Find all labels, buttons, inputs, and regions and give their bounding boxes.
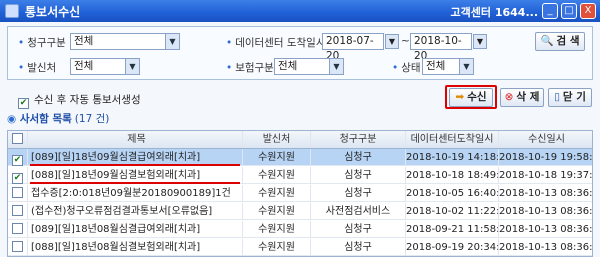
row-received-date: 2018-10-13 08:36:44 bbox=[499, 224, 593, 235]
row-claim-type: 심청구 bbox=[311, 185, 406, 202]
row-received-date: 2018-10-13 08:36:46 bbox=[499, 188, 593, 199]
window-title: 통보서수신 bbox=[25, 4, 81, 19]
date-to-dropdown-icon[interactable]: ▼ bbox=[473, 34, 487, 49]
chevron-down-icon: ▼ bbox=[329, 59, 343, 74]
maximize-button[interactable]: □ bbox=[561, 3, 577, 19]
filter-panel: • 청구구분 전체 ▼ • 데이터센터 도착일시 2018-07-20 ▼ ~ 20… bbox=[7, 26, 593, 80]
mailbox-table: 제목 발신처 청구구분 데이터센터도착일시 수신일시 ✔ [089][일]18년… bbox=[7, 130, 593, 257]
sender-select[interactable]: 전체 ▼ bbox=[70, 58, 140, 75]
receive-button-highlight bbox=[445, 85, 497, 109]
date-from-input[interactable]: 2018-07-20 bbox=[322, 33, 384, 62]
door-icon: ▯ bbox=[554, 91, 560, 103]
status-label: • 상태 bbox=[392, 62, 421, 74]
row-checkbox[interactable] bbox=[8, 185, 28, 202]
row-received-date: 2018-10-13 08:36:42 bbox=[499, 206, 593, 217]
chevron-down-icon: ▼ bbox=[165, 34, 179, 49]
select-all-checkbox[interactable] bbox=[8, 131, 28, 148]
row-title: (접수전)청구오류점검결과통보서[오류없음] bbox=[28, 203, 243, 220]
row-claim-type: 사전점검서비스 bbox=[311, 203, 406, 220]
search-icon: 🔍 bbox=[540, 35, 554, 47]
minimize-button[interactable]: _ bbox=[542, 3, 558, 19]
mailbox-count: (17 건) bbox=[74, 113, 110, 125]
customer-center-text: 고객센터 1644... bbox=[450, 6, 538, 19]
search-button[interactable]: 🔍 검 색 bbox=[535, 32, 585, 51]
table-row[interactable]: ✔ [089][일]18년09월심결급여외래[치과] 수원지원 심청구 2018… bbox=[8, 149, 593, 166]
close-window-button[interactable]: X bbox=[580, 3, 596, 19]
auto-notice-label: 수신 후 자동 통보서생성 bbox=[34, 94, 141, 106]
column-received-date[interactable]: 수신일시 bbox=[499, 131, 592, 148]
row-checkbox[interactable]: ✔ bbox=[8, 149, 28, 166]
title-bar: 통보서수신 고객센터 1644... _ □ X bbox=[0, 0, 600, 22]
row-title: [088][일]18년09월심결보험외래[치과] bbox=[28, 167, 243, 184]
delete-icon: ⊗ bbox=[504, 91, 514, 103]
column-sender[interactable]: 발신처 bbox=[243, 131, 311, 148]
row-sender: 수원지원 bbox=[243, 149, 311, 166]
insurance-select[interactable]: 전체 ▼ bbox=[274, 58, 344, 75]
row-claim-type: 심청구 bbox=[311, 221, 406, 238]
mailbox-list-title: ◉ 사서함 목록 (17 건) bbox=[7, 113, 110, 125]
table-row[interactable]: [088][일]18년08월심결보험외래[치과] 수원지원 심청구 2018-0… bbox=[8, 239, 593, 256]
row-title: [089][일]18년09월심결급여외래[치과] bbox=[28, 149, 243, 166]
row-arrival-date: 2018-10-05 16:40:34 bbox=[406, 185, 499, 202]
row-claim-type: 심청구 bbox=[311, 239, 406, 256]
arrival-date-label: • 데이터센터 도착일시 bbox=[226, 37, 326, 49]
row-claim-type: 심청구 bbox=[311, 149, 406, 166]
row-sender: 수원지원 bbox=[243, 203, 311, 220]
row-sender: 수원지원 bbox=[243, 167, 311, 184]
row-checkbox[interactable] bbox=[8, 239, 28, 256]
row-arrival-date: 2018-09-19 20:34:01 bbox=[406, 239, 499, 256]
date-separator: ~ bbox=[401, 35, 410, 47]
chevron-down-icon: ▼ bbox=[459, 59, 473, 74]
table-row[interactable]: [089][일]18년08월심결급여외래[치과] 수원지원 심청구 2018-0… bbox=[8, 221, 593, 238]
row-sender: 수원지원 bbox=[243, 221, 311, 238]
delete-button[interactable]: ⊗ 삭 제 bbox=[500, 88, 544, 107]
row-received-date: 2018-10-13 08:36:37 bbox=[499, 242, 593, 253]
status-select[interactable]: 전체 ▼ bbox=[422, 58, 474, 75]
auto-notice-option[interactable]: ✔ 수신 후 자동 통보서생성 bbox=[18, 92, 141, 109]
table-row[interactable]: ✔ [088][일]18년09월심결보험외래[치과] 수원지원 심청구 2018… bbox=[8, 167, 593, 184]
date-from-dropdown-icon[interactable]: ▼ bbox=[385, 34, 399, 49]
row-checkbox[interactable] bbox=[8, 221, 28, 238]
claim-type-select[interactable]: 전체 ▼ bbox=[70, 33, 180, 50]
row-received-date: 2018-10-18 19:37:04 bbox=[499, 170, 593, 181]
claim-type-label: • 청구구분 bbox=[18, 37, 66, 49]
row-title: [089][일]18년08월심결급여외래[치과] bbox=[28, 221, 243, 238]
sender-label: • 발신처 bbox=[18, 62, 57, 74]
row-arrival-date: 2018-10-18 18:49:08 bbox=[406, 167, 499, 184]
chevron-down-icon: ▼ bbox=[125, 59, 139, 74]
row-arrival-date: 2018-10-02 11:22:27 bbox=[406, 203, 499, 220]
insurance-label: • 보험구분 bbox=[226, 62, 274, 74]
column-arrival-date[interactable]: 데이터센터도착일시 bbox=[406, 131, 499, 148]
row-arrival-date: 2018-09-21 11:58:09 bbox=[406, 221, 499, 238]
row-received-date: 2018-10-19 19:58:01 bbox=[499, 152, 593, 163]
row-claim-type: 심청구 bbox=[311, 167, 406, 184]
bullet-icon: ◉ bbox=[7, 113, 17, 125]
row-sender: 수원지원 bbox=[243, 185, 311, 202]
table-row[interactable]: 접수증[2:0:018년09월분20180900189]1건 수원지원 심청구 … bbox=[8, 185, 593, 202]
close-button[interactable]: ▯ 닫 기 bbox=[548, 88, 592, 107]
date-to-input[interactable]: 2018-10-20 bbox=[410, 33, 472, 62]
table-row[interactable]: (접수전)청구오류점검결과통보서[오류없음] 수원지원 사전점검서비스 2018… bbox=[8, 203, 593, 220]
row-title: 접수증[2:0:018년09월분20180900189]1건 bbox=[28, 185, 243, 202]
column-title[interactable]: 제목 bbox=[28, 131, 243, 148]
column-claim-type[interactable]: 청구구분 bbox=[311, 131, 406, 148]
row-checkbox[interactable] bbox=[8, 203, 28, 220]
auto-notice-checkbox[interactable]: ✔ bbox=[18, 98, 29, 109]
row-checkbox[interactable]: ✔ bbox=[8, 167, 28, 184]
row-sender: 수원지원 bbox=[243, 239, 311, 256]
table-header: 제목 발신처 청구구분 데이터센터도착일시 수신일시 bbox=[8, 131, 592, 149]
row-arrival-date: 2018-10-19 14:18:18 bbox=[406, 149, 499, 166]
app-icon bbox=[5, 4, 19, 18]
row-title: [088][일]18년08월심결보험외래[치과] bbox=[28, 239, 243, 256]
